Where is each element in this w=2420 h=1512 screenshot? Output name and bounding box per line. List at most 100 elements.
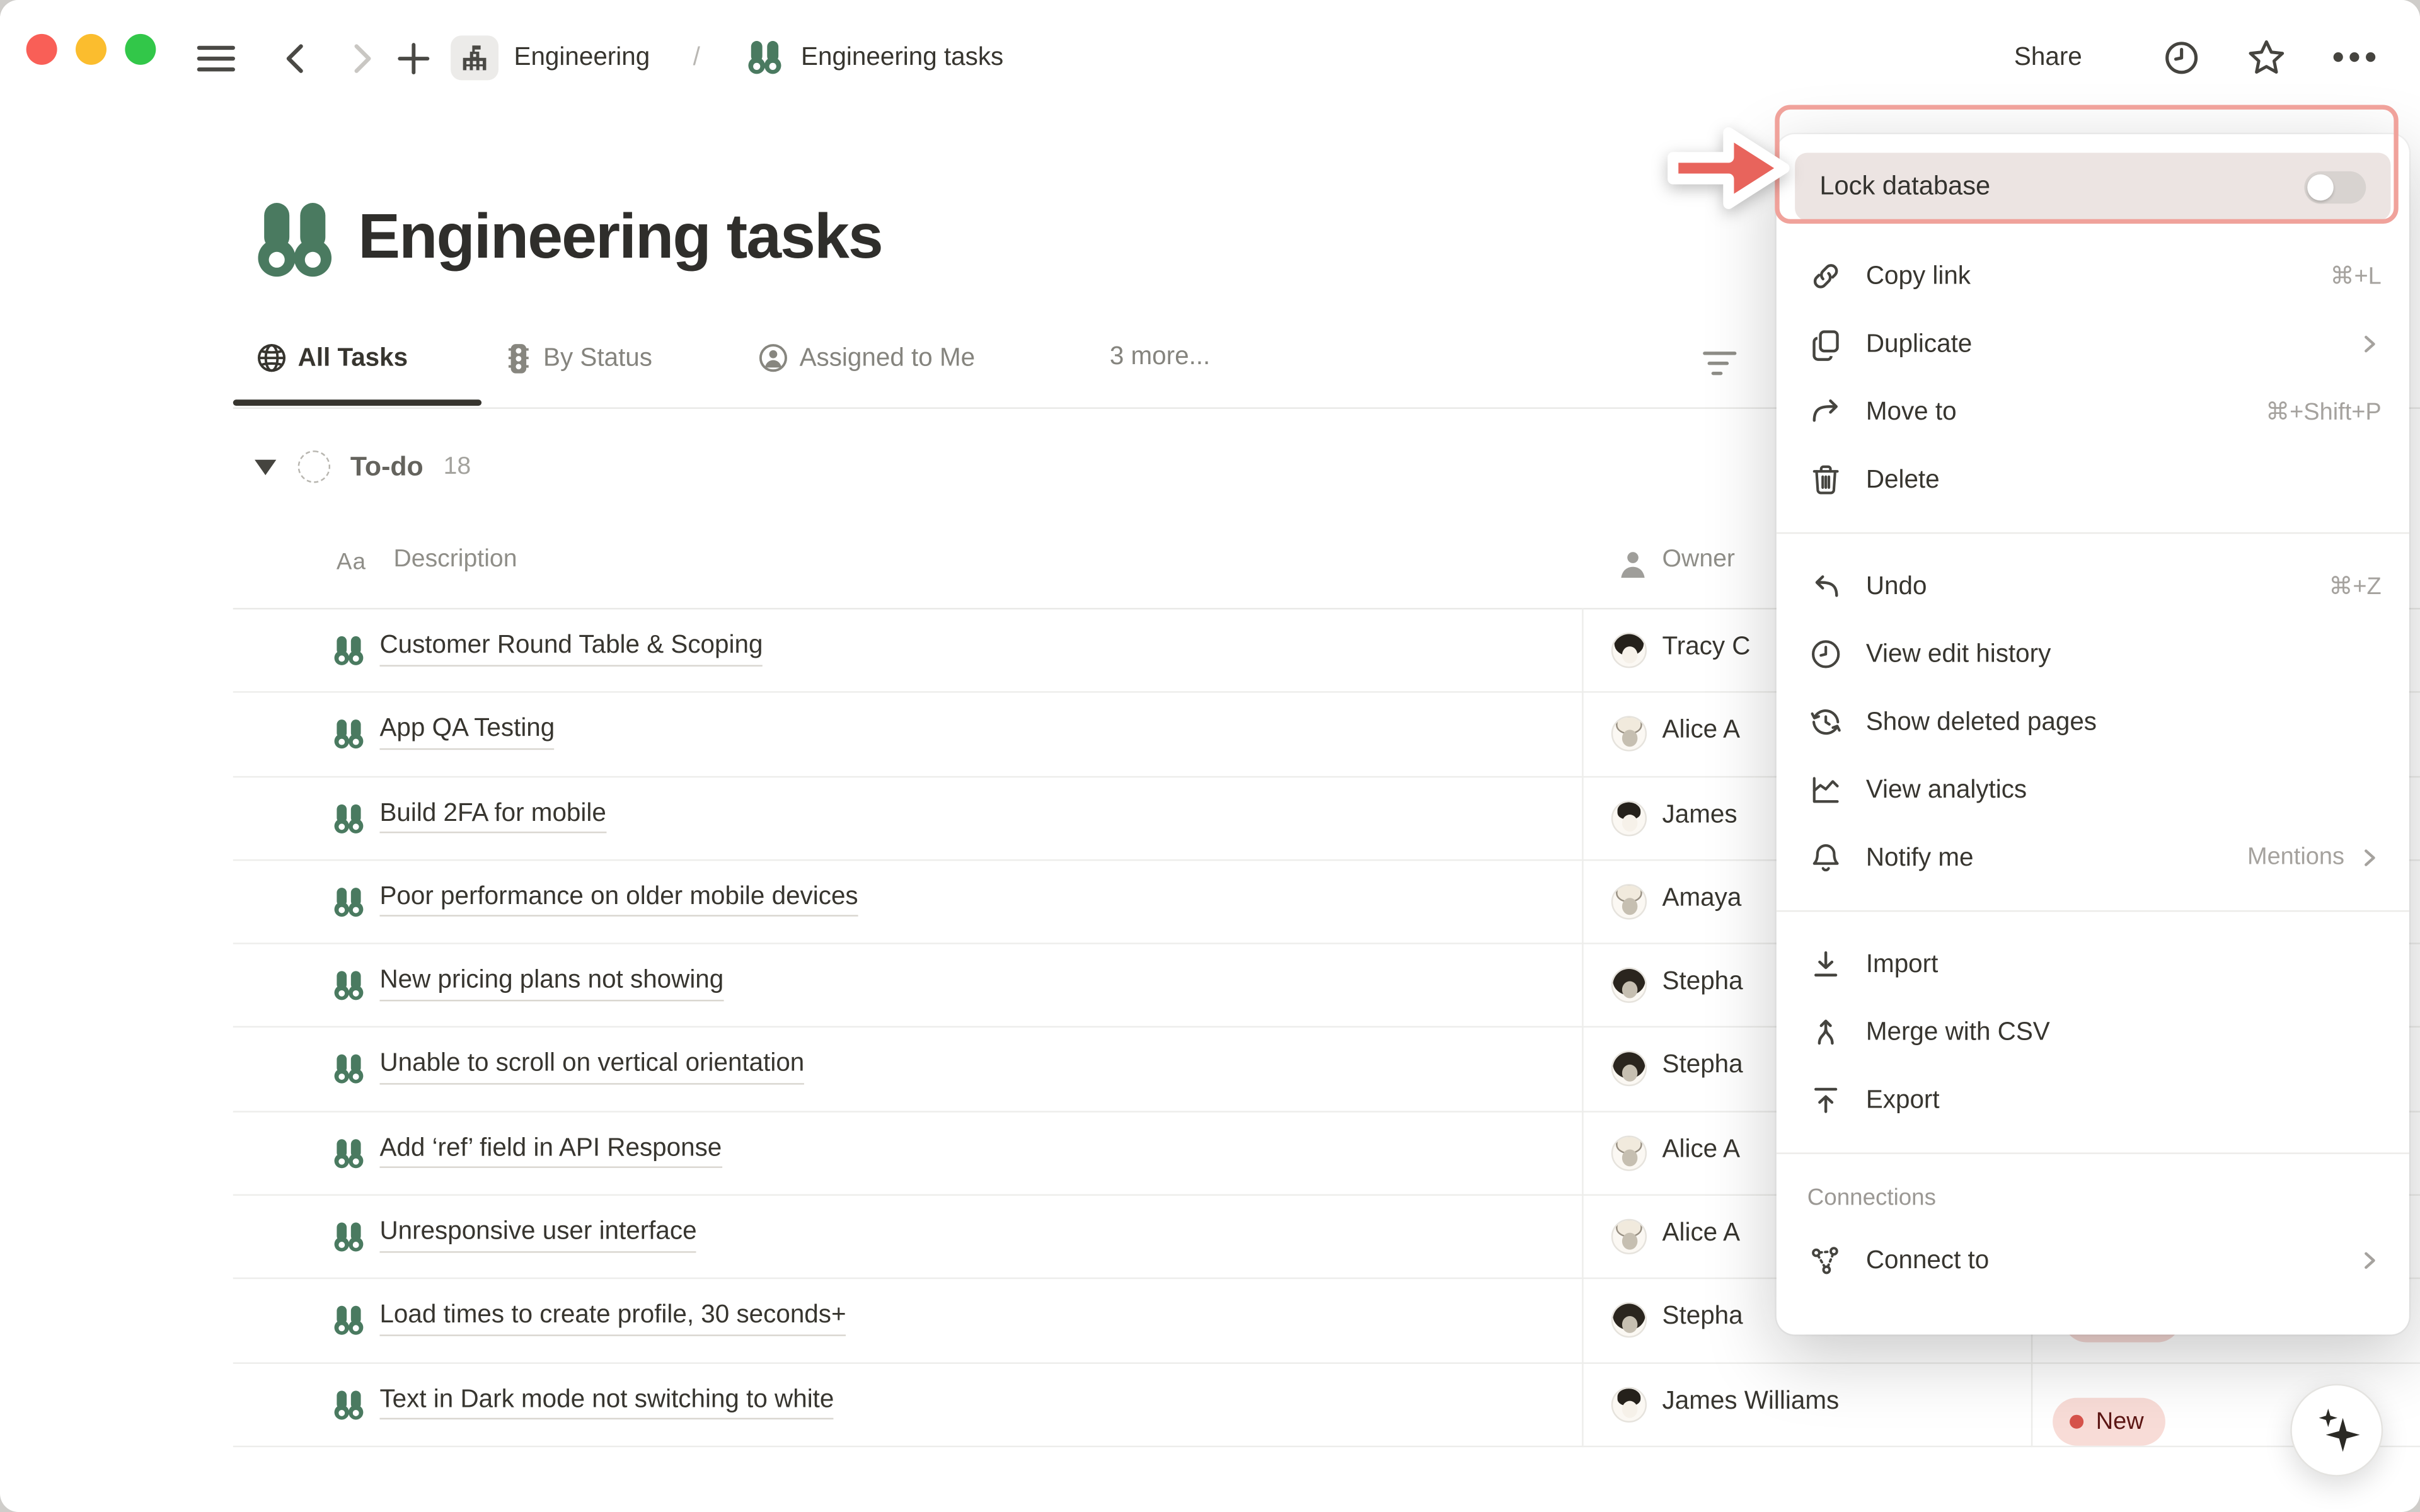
tab-by-status[interactable]: By Status (505, 343, 652, 375)
task-link[interactable]: Customer Round Table & Scoping (379, 631, 763, 666)
tab-all-tasks[interactable]: All Tasks (256, 343, 408, 374)
owner-name[interactable]: Tracy C (1662, 633, 1751, 662)
group-header-todo[interactable]: To-do 18 (255, 450, 471, 483)
menu-item-lock-database[interactable]: Lock database (1795, 152, 2390, 220)
tab-assigned-to-me[interactable]: Assigned to Me (758, 343, 975, 374)
collapse-caret-icon[interactable] (255, 459, 276, 474)
task-link[interactable]: Load times to create profile, 30 seconds… (379, 1301, 846, 1336)
page-title: Engineering tasks (358, 200, 882, 273)
row-binoculars-icon (332, 1388, 366, 1422)
task-link[interactable]: Unable to scroll on vertical orientation (379, 1050, 804, 1084)
menu-divider (1777, 910, 2409, 912)
move-to-icon (1807, 393, 1845, 430)
avatar (1611, 633, 1647, 668)
title-bar: Engineering / Engineering tasks Share (0, 0, 2420, 111)
menu-item-undo[interactable]: Undo ⌘+Z (1795, 553, 2390, 621)
row-binoculars-icon (332, 1304, 366, 1338)
person-circle-icon (758, 343, 788, 374)
tab-more-views[interactable]: 3 more... (1110, 343, 1210, 372)
task-link[interactable]: Unresponsive user interface (379, 1217, 696, 1252)
page-title-binoculars-icon (251, 196, 338, 285)
todo-status-circle-icon (298, 450, 330, 483)
toggle-knob (2307, 174, 2334, 200)
favorite-star-icon[interactable] (2245, 37, 2283, 74)
avatar (1611, 1387, 1647, 1422)
link-icon (1807, 258, 1845, 295)
menu-item-move-to[interactable]: Move to ⌘+Shift+P (1795, 378, 2390, 446)
menu-divider (1777, 1152, 2409, 1154)
ai-sparkle-button[interactable] (2290, 1384, 2383, 1477)
menu-item-duplicate[interactable]: Duplicate (1795, 310, 2390, 378)
clock-icon (1807, 636, 1845, 673)
avatar (1611, 1135, 1647, 1171)
more-options-icon[interactable] (2332, 49, 2369, 86)
new-page-icon[interactable] (395, 40, 432, 77)
traffic-light-icon (505, 343, 533, 375)
owner-name[interactable]: Alice A (1662, 716, 1741, 746)
menu-item-view-edit-history[interactable]: View edit history (1795, 620, 2390, 688)
menu-item-connect-to[interactable]: Connect to (1795, 1227, 2390, 1295)
column-divider[interactable] (1582, 608, 1583, 1447)
notify-setting-value: Mentions (2247, 844, 2344, 872)
avatar (1611, 1051, 1647, 1087)
task-link[interactable]: New pricing plans not showing (379, 966, 723, 1001)
undo-icon (1807, 568, 1845, 605)
row-binoculars-icon (332, 801, 366, 835)
trash-icon (1807, 461, 1845, 498)
menu-item-show-deleted-pages[interactable]: Show deleted pages (1795, 688, 2390, 756)
breadcrumb-page[interactable]: Engineering tasks (801, 43, 1003, 73)
column-header-owner[interactable]: Owner (1662, 546, 1735, 574)
active-tab-underline (233, 399, 481, 405)
avatar (1611, 968, 1647, 1003)
share-button[interactable]: Share (2014, 43, 2082, 73)
menu-item-copy-link[interactable]: Copy link ⌘+L (1795, 242, 2390, 310)
menu-item-merge-with-csv[interactable]: Merge with CSV (1795, 998, 2390, 1066)
task-link[interactable]: Add ‘ref’ field in API Response (379, 1133, 722, 1168)
globe-icon (256, 343, 287, 374)
owner-name[interactable]: Alice A (1662, 1219, 1741, 1249)
group-name: To-do (350, 450, 424, 483)
avatar (1611, 884, 1647, 919)
status-badge[interactable]: New (2053, 1398, 2165, 1446)
shortcut-label: ⌘+Z (2329, 571, 2381, 601)
connect-network-icon (1807, 1242, 1845, 1279)
back-icon[interactable] (278, 40, 315, 77)
row-binoculars-icon (332, 718, 366, 752)
task-link[interactable]: Poor performance on older mobile devices (379, 883, 858, 917)
chevron-right-icon (2357, 1248, 2382, 1273)
owner-name[interactable]: Stepha (1662, 1051, 1743, 1081)
bell-icon (1807, 839, 1845, 876)
zoom-window-button[interactable] (125, 34, 156, 65)
updates-clock-icon[interactable] (2162, 38, 2199, 76)
forward-icon[interactable] (343, 40, 380, 77)
owner-name[interactable]: James Williams (1662, 1387, 1840, 1416)
owner-name[interactable]: Stepha (1662, 968, 1743, 997)
shortcut-label: ⌘+L (2331, 261, 2382, 291)
owner-name[interactable]: Stepha (1662, 1303, 1743, 1332)
workspace-building-icon[interactable] (451, 35, 498, 80)
menu-item-export[interactable]: Export (1795, 1066, 2390, 1134)
row-binoculars-icon (332, 969, 366, 1003)
menu-item-view-analytics[interactable]: View analytics (1795, 756, 2390, 824)
column-header-description[interactable]: Description (393, 546, 517, 574)
task-link[interactable]: Build 2FA for mobile (379, 799, 606, 833)
avatar (1611, 1303, 1647, 1338)
task-link[interactable]: Text in Dark mode not switching to white (379, 1385, 834, 1419)
filter-icon[interactable] (1702, 348, 1739, 378)
breadcrumb-workspace[interactable]: Engineering (514, 43, 650, 73)
menu-item-import[interactable]: Import (1795, 931, 2390, 999)
text-property-icon: Aa (337, 549, 366, 576)
menu-item-delete[interactable]: Delete (1795, 446, 2390, 514)
restore-history-icon (1807, 704, 1845, 741)
connections-section-header: Connections (1795, 1172, 2390, 1227)
owner-name[interactable]: Alice A (1662, 1135, 1741, 1165)
task-link[interactable]: App QA Testing (379, 715, 555, 750)
lock-database-toggle[interactable] (2304, 171, 2366, 203)
owner-name[interactable]: Amaya (1662, 884, 1742, 914)
owner-name[interactable]: James (1662, 800, 1737, 830)
minimize-window-button[interactable] (76, 34, 107, 65)
page-options-menu: Lock database Copy link ⌘+L Duplicate Mo… (1777, 134, 2409, 1334)
close-window-button[interactable] (26, 34, 57, 65)
sidebar-menu-icon[interactable] (196, 40, 233, 77)
menu-item-notify-me[interactable]: Notify me Mentions (1795, 824, 2390, 892)
